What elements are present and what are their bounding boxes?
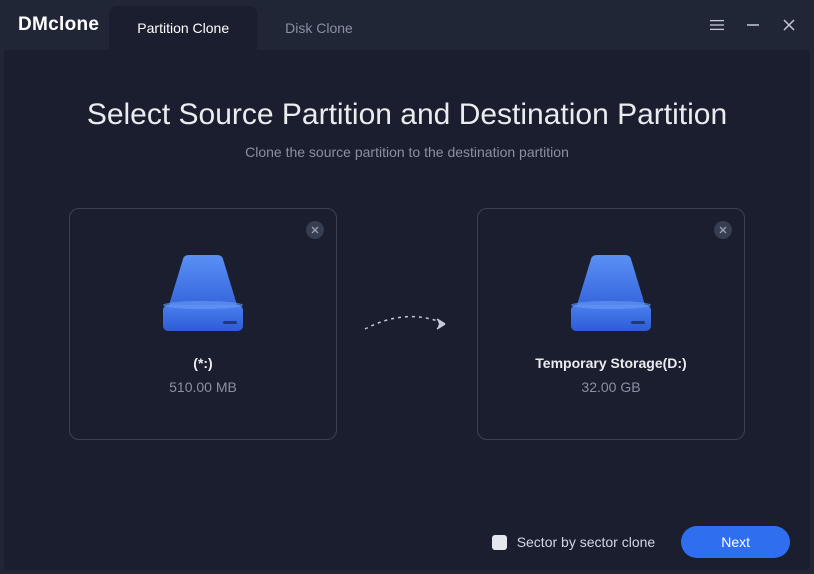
next-button[interactable]: Next xyxy=(681,526,790,558)
sector-by-sector-checkbox[interactable]: Sector by sector clone xyxy=(492,534,656,550)
page-title: Select Source Partition and Destination … xyxy=(4,98,810,132)
destination-partition-card[interactable]: Temporary Storage(D:) 32.00 GB xyxy=(477,208,745,440)
source-partition-name: (*:) xyxy=(193,355,212,371)
menu-icon[interactable] xyxy=(710,18,724,32)
main-area: Select Source Partition and Destination … xyxy=(4,50,810,570)
footer: Sector by sector clone Next xyxy=(492,526,790,558)
source-partition-size: 510.00 MB xyxy=(169,379,237,395)
source-partition-card[interactable]: (*:) 510.00 MB xyxy=(69,208,337,440)
minimize-icon[interactable] xyxy=(746,18,760,32)
remove-source-icon[interactable] xyxy=(306,221,324,239)
partition-cards-row: (*:) 510.00 MB xyxy=(4,208,810,440)
remove-destination-icon[interactable] xyxy=(714,221,732,239)
drive-icon xyxy=(157,255,249,333)
page-subtitle: Clone the source partition to the destin… xyxy=(4,144,810,160)
checkbox-box[interactable] xyxy=(492,535,507,550)
window-controls xyxy=(710,18,796,32)
arrow-icon xyxy=(337,309,477,339)
sector-by-sector-label: Sector by sector clone xyxy=(517,534,656,550)
destination-partition-name: Temporary Storage(D:) xyxy=(535,355,686,371)
tabs: Partition Clone Disk Clone xyxy=(109,0,381,50)
title-bar: DMclone Partition Clone Disk Clone xyxy=(0,0,814,50)
destination-partition-size: 32.00 GB xyxy=(581,379,640,395)
app-logo: DMclone xyxy=(18,14,99,36)
drive-icon xyxy=(565,255,657,333)
close-icon[interactable] xyxy=(782,18,796,32)
tab-partition-clone[interactable]: Partition Clone xyxy=(109,6,257,50)
tab-disk-clone[interactable]: Disk Clone xyxy=(257,6,381,50)
